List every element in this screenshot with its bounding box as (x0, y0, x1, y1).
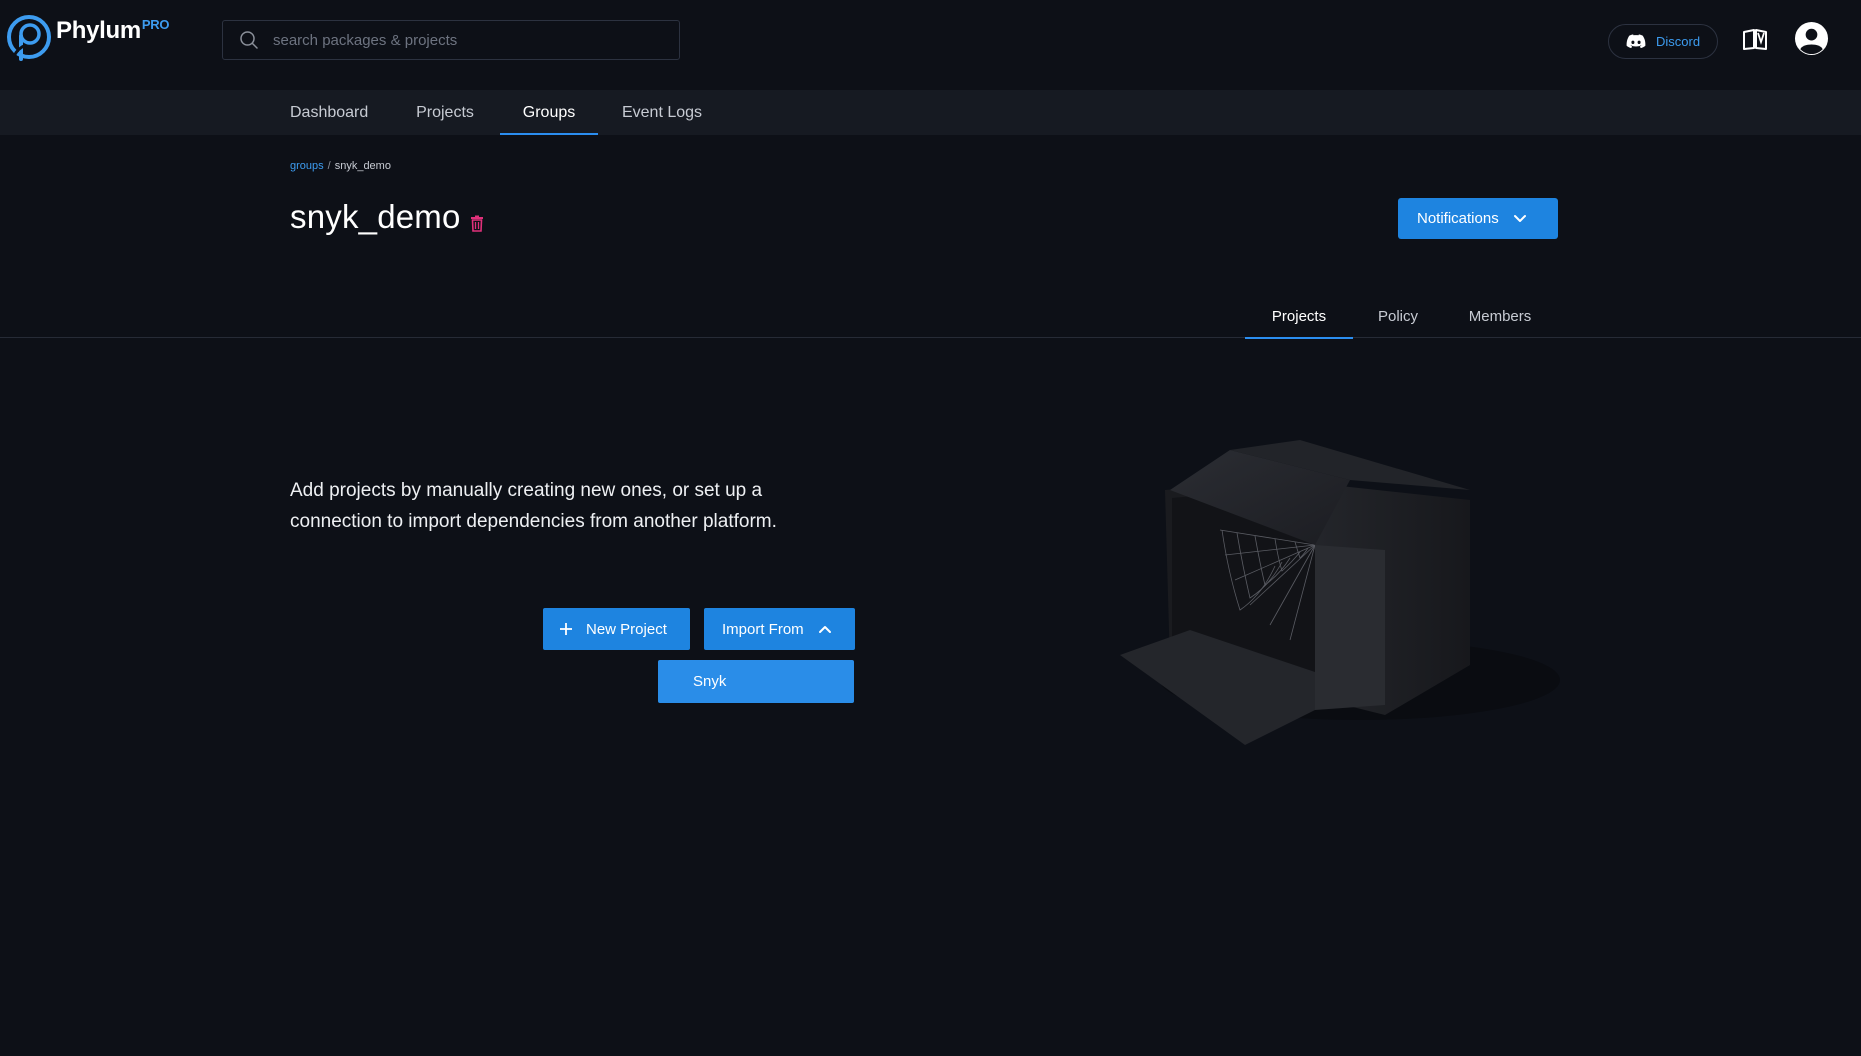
discord-icon (1626, 34, 1646, 49)
nav-item-dashboard[interactable]: Dashboard (290, 90, 368, 135)
breadcrumb-separator: / (327, 160, 331, 172)
top-bar: PhylumPRO Discord (0, 0, 1861, 90)
breadcrumb-groups-link[interactable]: groups (290, 160, 324, 172)
trash-icon[interactable] (470, 215, 484, 232)
empty-state-message: Add projects by manually creating new on… (290, 480, 777, 532)
user-avatar-icon[interactable] (1794, 21, 1829, 56)
chevron-down-icon (1513, 214, 1526, 222)
tab-policy[interactable]: Policy (1362, 297, 1434, 338)
nav-item-groups[interactable]: Groups (500, 90, 598, 135)
import-from-label: Import From (722, 620, 804, 638)
search-box[interactable] (222, 20, 680, 60)
chevron-up-icon (818, 626, 831, 633)
breadcrumb: groups / snyk_demo (290, 160, 391, 172)
discord-label: Discord (1656, 34, 1701, 49)
plus-icon (560, 623, 572, 635)
tab-members[interactable]: Members (1456, 297, 1544, 338)
brand-logo[interactable]: PhylumPRO (4, 12, 169, 64)
phylum-logo-icon (7, 15, 51, 61)
import-option-snyk[interactable]: Snyk (658, 660, 854, 703)
discord-button[interactable]: Discord (1608, 24, 1718, 59)
nav-item-projects[interactable]: Projects (412, 90, 478, 135)
nav-item-event-logs[interactable]: Event Logs (620, 90, 704, 135)
new-project-label: New Project (586, 620, 667, 638)
primary-nav: Dashboard Projects Groups Event Logs (0, 90, 1861, 135)
notifications-label: Notifications (1417, 210, 1499, 227)
search-input[interactable] (273, 31, 653, 49)
new-project-button[interactable]: New Project (543, 608, 690, 650)
empty-box-illustration (1120, 440, 1560, 745)
breadcrumb-current: snyk_demo (334, 160, 391, 172)
group-tabs: Projects Policy Members (0, 297, 1861, 339)
page-title: snyk_demo (290, 198, 461, 235)
search-icon (240, 31, 258, 49)
notifications-button[interactable]: Notifications (1398, 198, 1558, 239)
import-from-button[interactable]: Import From (704, 608, 855, 650)
brand-name-text: Phylum (56, 17, 141, 44)
docs-book-icon[interactable] (1742, 28, 1768, 50)
tab-projects[interactable]: Projects (1245, 297, 1353, 339)
brand-name: PhylumPRO (56, 17, 169, 45)
brand-tier-badge: PRO (141, 17, 170, 32)
